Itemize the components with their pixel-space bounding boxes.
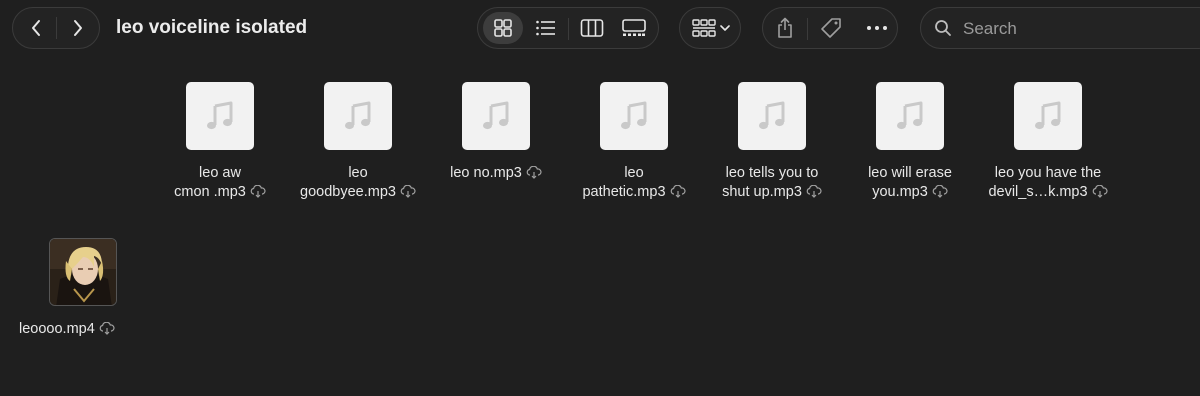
file-name: leo aw cmon .mp3 [156,164,284,202]
window-title: leo voiceline isolated [116,17,308,38]
file-name: leoooo.mp4 [19,320,147,339]
file-name-line1: leo will erase [868,165,952,181]
music-note-icon [897,101,923,130]
file-name-line1: leoooo.mp4 [19,321,95,337]
share-icon [778,17,792,38]
nav-group [12,7,100,49]
file-name: leo will erase you.mp3 [846,164,974,202]
file-name-line1: leo no.mp3 [450,165,522,181]
group-icon [692,19,716,37]
video-thumbnail [49,238,117,306]
file-name-line2: you.mp3 [872,184,928,200]
actions-group [762,7,898,49]
view-switcher [477,7,659,49]
audio-file-icon [876,82,944,150]
music-note-icon [345,101,371,130]
cloud-download-icon [99,322,115,335]
search-input[interactable] [961,16,1195,42]
columns-icon [580,19,604,37]
file-name-line1: leo [348,165,368,181]
music-note-icon [1035,101,1061,130]
audio-file-icon [186,82,254,150]
cloud-download-icon [670,185,686,198]
file-name: leo goodbyee.mp3 [294,164,422,202]
music-note-icon [759,101,785,130]
file-name-line2: devil_s…k.mp3 [988,184,1088,200]
nav-divider [56,17,57,39]
icon-view-button[interactable] [483,12,523,44]
gallery-view-button[interactable] [616,12,652,44]
file-name: leo you have the devil_s…k.mp3 [984,164,1112,202]
cloud-download-icon [250,185,266,198]
list-icon [536,20,555,36]
audio-file-icon [462,82,530,150]
audio-file-icon [324,82,392,150]
chevron-right-icon [74,20,82,36]
file-name-line2: pathetic.mp3 [582,184,666,200]
chevron-left-icon [32,20,40,36]
cloud-download-icon [806,185,822,198]
music-note-icon [207,101,233,130]
file-name-line1: leo [624,165,644,181]
file-name-line1: leo aw [199,165,241,181]
share-button[interactable] [769,12,801,44]
cloud-download-icon [932,185,948,198]
audio-file-icon [1014,82,1082,150]
file-name-line2: cmon .mp3 [174,184,246,200]
cloud-download-icon [1092,185,1108,198]
cloud-download-icon [400,185,416,198]
file-name: leo tells you to shut up.mp3 [708,164,836,202]
file-name: leo no.mp3 [432,164,560,183]
search-field[interactable] [920,7,1200,49]
file-name-line1: leo tells you to [725,165,819,181]
toolbar: leo voiceline isolated [0,0,1200,58]
tag-icon [821,18,841,38]
list-view-button[interactable] [528,12,564,44]
video-thumbnail-image [50,239,116,305]
cloud-download-icon [526,166,542,179]
audio-file-icon [738,82,806,150]
more-button[interactable] [861,12,893,44]
audio-file-icon [600,82,668,150]
file-name-line2: goodbyee.mp3 [300,184,396,200]
file-name-line2: shut up.mp3 [722,184,802,200]
gallery-icon [622,19,646,36]
column-view-button[interactable] [574,12,610,44]
file-name: leo pathetic.mp3 [570,164,698,202]
search-icon [935,20,951,36]
music-note-icon [483,101,509,130]
actions-divider [807,18,808,40]
music-note-icon [621,101,647,130]
grid-icon [494,19,512,37]
group-menu-inner [688,14,734,42]
forward-button[interactable] [63,14,93,42]
ellipsis-icon [867,26,887,30]
group-menu-button[interactable] [679,7,741,49]
file-name-line1: leo you have the [994,165,1102,181]
back-button[interactable] [21,14,51,42]
view-divider [568,18,569,40]
tag-button[interactable] [815,12,847,44]
file-grid: leo aw cmon .mp3 leo goodbyee.mp3 leo no… [0,58,1200,396]
chevron-down-icon [720,25,730,31]
